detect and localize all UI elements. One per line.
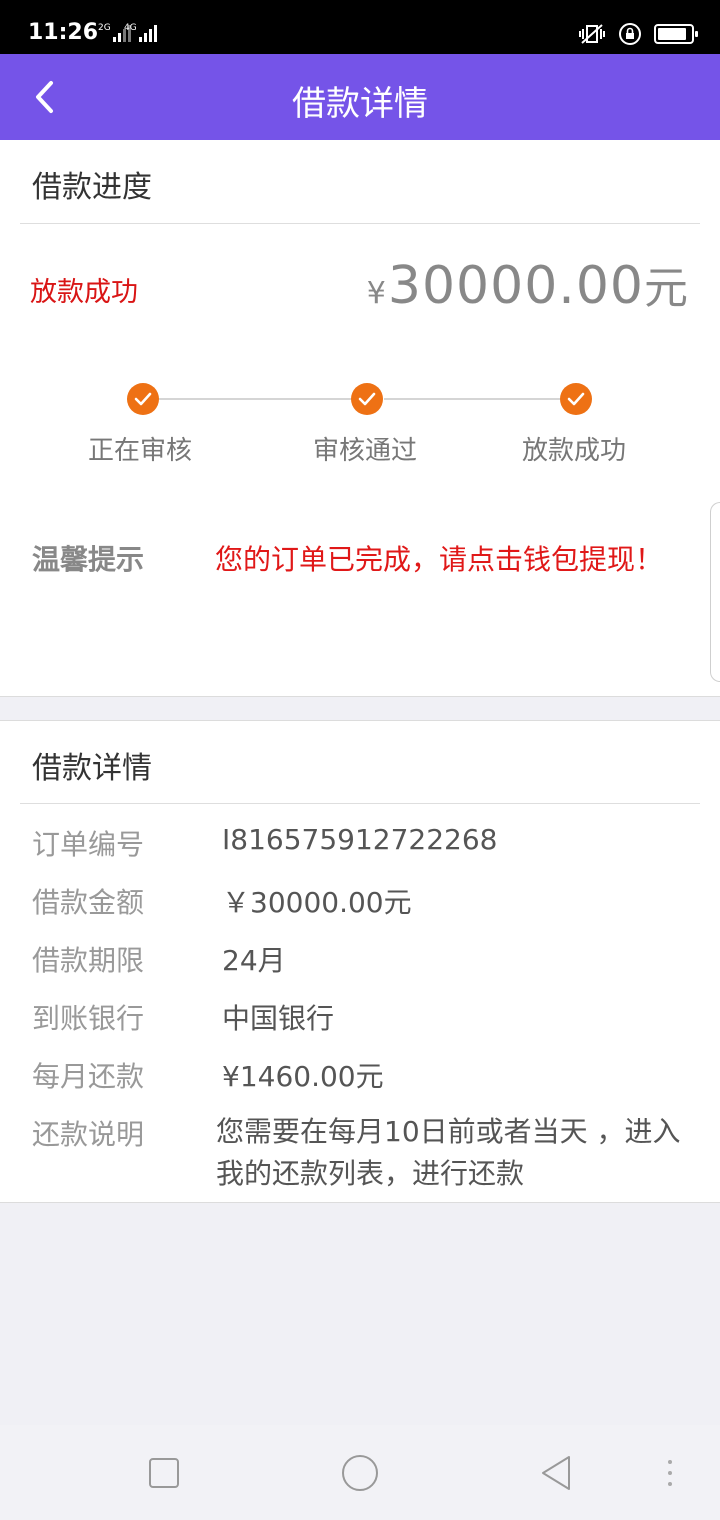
side-drawer-handle[interactable] <box>710 502 720 682</box>
step-check-icon <box>351 383 383 415</box>
step-connector <box>384 398 560 400</box>
system-nav-bar <box>0 1425 720 1520</box>
step-connector <box>158 398 352 400</box>
vertical-dots-icon <box>668 1460 672 1486</box>
step-label: 正在审核 <box>88 436 193 466</box>
rotation-lock-icon <box>619 23 641 45</box>
bank-value: 中国银行 <box>222 1002 335 1035</box>
status-time: 11:26 <box>28 20 99 45</box>
square-icon <box>149 1458 179 1488</box>
progress-section-title: 借款进度 <box>32 170 152 205</box>
tip-label: 温馨提示 <box>32 543 145 576</box>
repayment-note-value: 您需要在每月10日前或者当天 ，进入我的还款列表，进行还款 <box>216 1115 681 1190</box>
monthly-payment-value: ¥1460.00元 <box>222 1060 384 1093</box>
divider <box>20 223 700 224</box>
app-header: 借款详情 <box>0 54 720 140</box>
bank-label: 到账银行 <box>32 1002 145 1035</box>
tip-text: 您的订单已完成，请点击钱包提现！ <box>215 543 664 576</box>
amount-unit: 元 <box>644 263 688 314</box>
home-button[interactable] <box>340 1453 380 1493</box>
step-check-icon <box>560 383 592 415</box>
vibrate-icon <box>579 24 605 44</box>
page-title: 借款详情 <box>292 84 428 124</box>
recent-apps-button[interactable] <box>144 1453 184 1493</box>
currency-symbol: ¥ <box>366 276 386 311</box>
back-nav-button[interactable] <box>536 1453 576 1493</box>
order-number-label: 订单编号 <box>32 828 145 861</box>
loan-amount-value: ￥30000.00元 <box>222 886 412 919</box>
order-number-value: I816575912722268 <box>222 823 498 856</box>
detail-section-title: 借款详情 <box>32 751 152 786</box>
repayment-note-label: 还款说明 <box>32 1118 145 1151</box>
loan-detail-card: 借款详情 订单编号 I816575912722268 借款金额 ￥30000.0… <box>0 720 720 1203</box>
status-bar: 11:26 2G 4G <box>0 0 720 54</box>
more-options-button[interactable] <box>660 1453 680 1493</box>
loan-status: 放款成功 <box>30 277 138 308</box>
step-check-icon <box>127 383 159 415</box>
loan-term-value: 24月 <box>222 944 286 977</box>
loan-amount-label: 借款金额 <box>32 886 145 919</box>
step-label: 放款成功 <box>522 436 627 466</box>
monthly-payment-label: 每月还款 <box>32 1060 145 1093</box>
step-label: 审核通过 <box>313 436 418 466</box>
loan-progress-card: 借款进度 放款成功 ¥ 30000.00 元 正在审核 审核通过 放款成功 温馨… <box>0 140 720 697</box>
loan-amount: ¥ 30000.00 元 <box>367 252 688 316</box>
signal-icon-sim2: 4G <box>124 24 157 42</box>
amount-value: 30000.00 <box>387 256 644 316</box>
battery-icon <box>654 24 698 44</box>
divider <box>20 803 700 804</box>
status-icons <box>578 22 698 46</box>
loan-term-label: 借款期限 <box>32 944 145 977</box>
triangle-back-icon <box>542 1456 570 1490</box>
circle-icon <box>342 1455 378 1491</box>
